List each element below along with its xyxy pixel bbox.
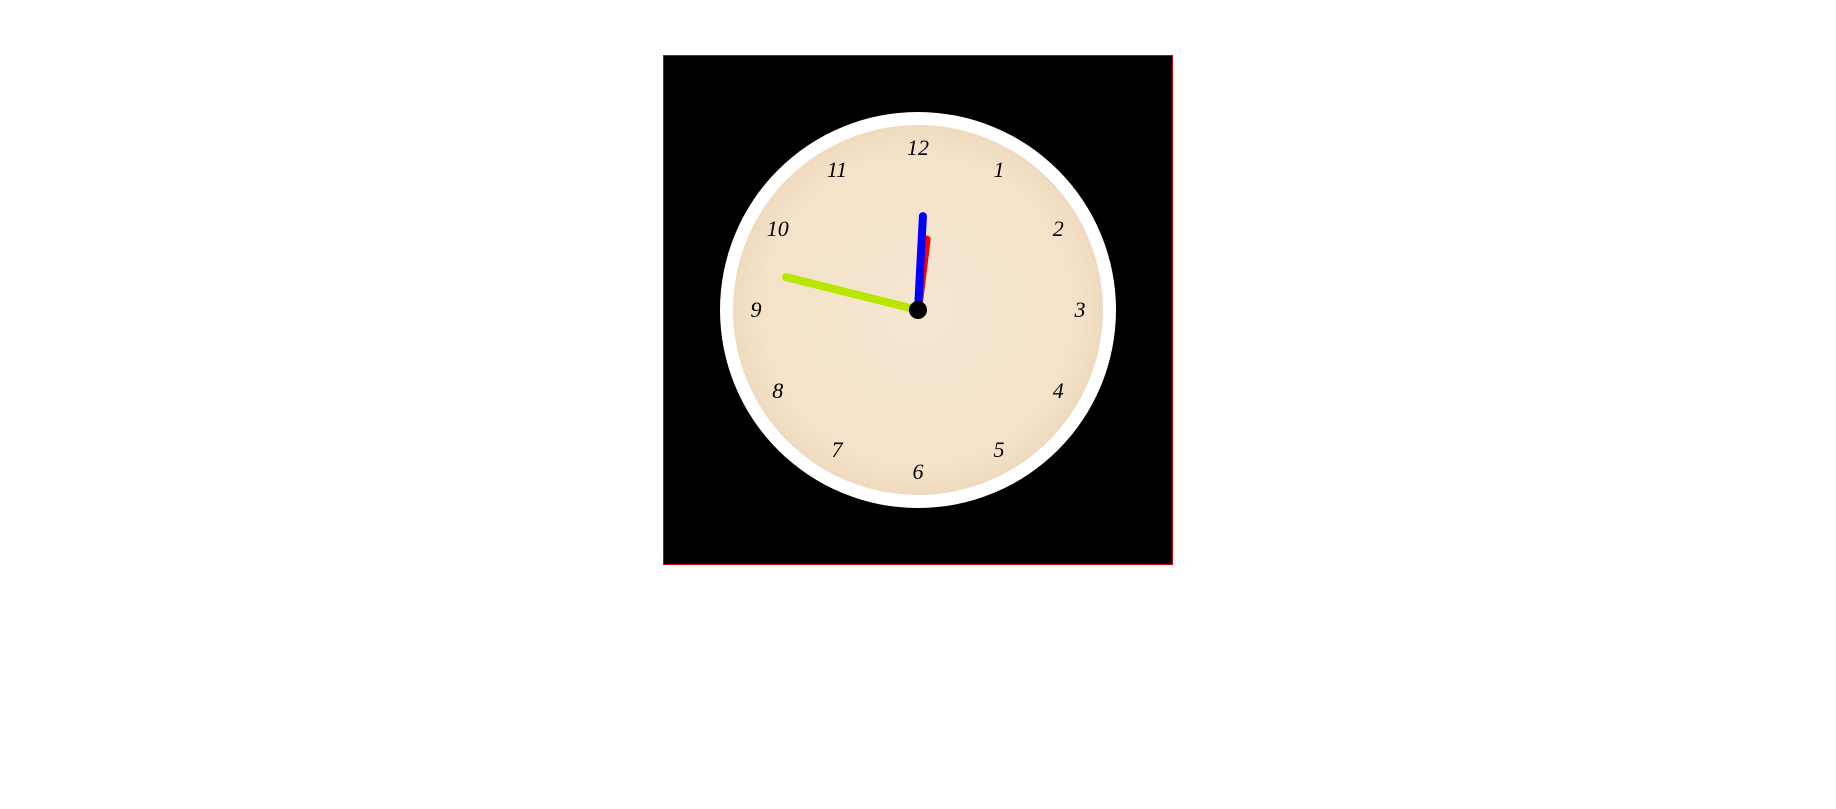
clock-number-5: 5 xyxy=(994,437,1005,463)
second-hand xyxy=(781,272,919,314)
clock-number-12: 12 xyxy=(907,135,929,161)
clock-number-4: 4 xyxy=(1053,378,1064,404)
clock-bezel: 12 1 2 3 4 5 6 7 8 9 10 11 xyxy=(720,112,1116,508)
clock-number-10: 10 xyxy=(767,216,789,242)
clock-number-3: 3 xyxy=(1075,297,1086,323)
clock-number-11: 11 xyxy=(827,157,847,183)
clock-number-1: 1 xyxy=(994,157,1005,183)
clock-number-2: 2 xyxy=(1053,216,1064,242)
clock-face: 12 1 2 3 4 5 6 7 8 9 10 11 xyxy=(733,125,1103,495)
clock-number-7: 7 xyxy=(832,437,843,463)
clock-number-8: 8 xyxy=(772,378,783,404)
clock-number-6: 6 xyxy=(913,459,924,485)
clock-pivot xyxy=(909,301,927,319)
clock-frame: 12 1 2 3 4 5 6 7 8 9 10 11 xyxy=(663,55,1173,565)
clock-number-9: 9 xyxy=(751,297,762,323)
